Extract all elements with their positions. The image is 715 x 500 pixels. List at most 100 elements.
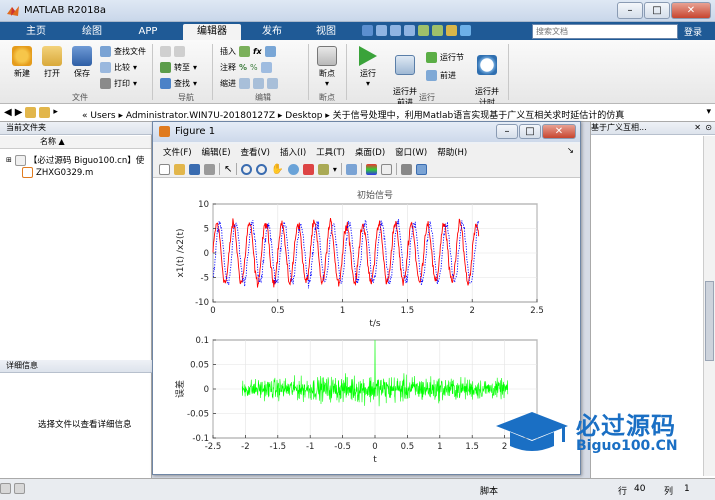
file-row[interactable]: ZHXG0329.m [22,167,93,178]
menu-tools[interactable]: 工具(T) [316,144,345,160]
advance-button[interactable]: 前进 [426,70,456,81]
breadcrumb-users[interactable]: Users [90,111,115,121]
redo-quick-icon[interactable] [432,25,443,36]
back-arrow-icon[interactable]: ◀ [4,107,12,118]
x-tick-label: -1 [306,442,314,452]
breadcrumb-folder[interactable]: 关于信号处理中，利用Matlab语言实现基于广义互相关求时延估计的仿真 [333,111,625,121]
link-plot-icon[interactable] [345,163,357,175]
current-folder-title: 当前文件夹 [0,122,152,135]
tab-plots[interactable]: 绘图 [72,24,112,40]
editor-scrollbar[interactable] [703,136,715,476]
open-file-icon[interactable] [174,163,185,175]
breadcrumb[interactable]: « Users ▸ Administrator.WIN7U-20180127Z … [82,108,702,121]
status-col-value: 1 [684,484,690,494]
tab-view[interactable]: 视图 [306,24,346,40]
figure-maximize-button[interactable]: □ [519,124,541,139]
save-figure-icon[interactable] [189,163,200,175]
zoom-in-icon[interactable] [241,163,253,175]
copy-quick-icon[interactable] [390,25,401,36]
pointer-icon[interactable]: ↖ [224,164,232,175]
window-titlebar: MATLAB R2018a – □ ✕ [0,0,715,22]
breadcrumb-admin[interactable]: Administrator.WIN7U-20180127Z [126,111,275,121]
tab-apps[interactable]: APP [128,24,168,40]
smart-indent-icon [239,78,250,89]
y-axis-label: 误差 [174,380,186,398]
chevron-down-icon: ▾ [324,79,329,88]
switch-windows-icon[interactable] [446,25,457,36]
x-tick-label: 0.5 [401,442,415,452]
legend-icon[interactable] [380,163,392,175]
run-and-time-button[interactable]: 运行并 计时 [470,46,504,108]
expand-icon[interactable]: ⊞ [6,156,12,164]
tab-editor[interactable]: 编辑器 [183,24,241,40]
rotate-3d-icon[interactable] [287,163,299,175]
menubar-dock-icon[interactable]: ↘ [567,144,574,160]
new-figure-icon[interactable] [159,163,170,175]
up-folder-icon[interactable] [25,107,37,118]
file-row[interactable]: ⊞ 【必过源码 Biguo100.cn】使 [6,154,144,166]
function-icon[interactable]: fx [253,47,262,56]
forward-arrow-icon[interactable]: ▶ [15,107,23,118]
maximize-button[interactable]: □ [644,2,670,19]
undo-quick-icon[interactable] [418,25,429,36]
show-plot-tools-icon[interactable] [415,163,427,175]
new-button[interactable]: 新建 [8,46,36,79]
pan-hand-icon[interactable]: ✋ [271,164,283,175]
menu-insert[interactable]: 插入(I) [280,144,306,160]
find-files-button[interactable]: 查找文件 [100,46,146,57]
hide-plot-tools-icon[interactable] [400,163,412,175]
run-section-button[interactable]: 运行节 [426,52,464,63]
menu-window[interactable]: 窗口(W) [395,144,427,160]
goto-button[interactable]: 转至 ▾ [160,62,197,73]
save-button[interactable]: 保存 [68,46,96,79]
login-link[interactable]: 登录 [684,25,702,38]
run-button[interactable]: 运行 ▾ [352,46,384,88]
paste-quick-icon[interactable] [404,25,415,36]
details-hint: 选择文件以查看详细信息 [38,420,132,430]
column-header-name[interactable]: 名称 ▲ [0,136,151,149]
colorbar-icon[interactable] [365,163,377,175]
brush-dropdown-icon[interactable]: ▾ [333,165,337,174]
zoom-out-icon[interactable] [256,163,268,175]
run-advance-icon [395,55,415,75]
x-axis-label: t/s [369,319,381,329]
brush-icon[interactable] [317,163,329,175]
save-quick-icon[interactable] [362,25,373,36]
search-documentation-input[interactable] [532,24,678,39]
close-button[interactable]: ✕ [671,2,711,19]
find-button[interactable]: 查找 ▾ [160,78,197,89]
figure-minimize-button[interactable]: – [496,124,518,139]
tab-publish[interactable]: 发布 [252,24,292,40]
breadcrumb-desktop[interactable]: Desktop [285,111,322,121]
ribbon-separator [508,44,509,100]
scrollbar-thumb[interactable] [705,281,714,361]
menu-help[interactable]: 帮助(H) [437,144,467,160]
address-dropdown-icon[interactable]: ▾ [706,107,711,117]
cut-quick-icon[interactable] [376,25,387,36]
menu-desktop[interactable]: 桌面(D) [355,144,385,160]
print-figure-icon[interactable] [204,163,215,175]
minimize-button[interactable]: – [617,2,643,19]
figure-icon [159,126,170,137]
indent-button[interactable]: 缩进 [220,78,278,89]
compare-button[interactable]: 比较 ▾ [100,62,137,73]
tab-home[interactable]: 主页 [18,24,54,40]
help-quick-icon[interactable] [460,25,471,36]
editor-tab-menu-icon[interactable]: ⊙ [705,123,712,132]
editor-tab-close-icon[interactable]: ✕ [694,123,701,132]
back-icon[interactable] [160,46,171,57]
print-icon [100,78,111,89]
breakpoints-button[interactable]: 断点 ▾ [313,46,341,88]
comment-button[interactable]: 注释%% [220,62,272,73]
menu-file[interactable]: 文件(F) [163,144,192,160]
forward-icon[interactable] [174,46,185,57]
figure-close-button[interactable]: ✕ [542,124,576,139]
open-button[interactable]: 打开 [38,46,66,79]
data-cursor-icon[interactable] [302,163,314,175]
menu-edit[interactable]: 编辑(E) [202,144,231,160]
browse-folder-icon[interactable] [39,107,51,118]
insert-button[interactable]: 插入 fx [220,46,276,57]
chevron-down-icon: ▾ [133,79,138,88]
menu-view[interactable]: 查看(V) [241,144,270,160]
print-button[interactable]: 打印 ▾ [100,78,137,89]
